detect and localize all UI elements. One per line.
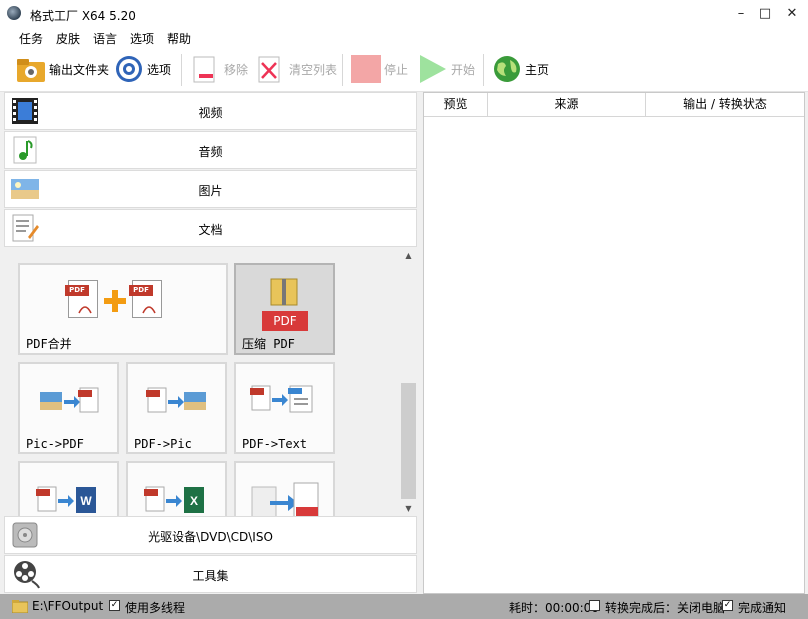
close-button[interactable]: ✕ <box>775 0 808 28</box>
output-folder-button[interactable]: 输出文件夹 <box>16 52 109 86</box>
play-icon <box>418 54 448 84</box>
column-source[interactable]: 来源 <box>488 93 646 117</box>
pic-to-pdf-icon <box>40 387 99 413</box>
pdf-to-pic-icon <box>146 387 206 413</box>
app-logo-icon <box>7 6 21 20</box>
tile-label: PDF合并 <box>26 337 72 351</box>
stop-button[interactable]: 停止 <box>351 52 408 86</box>
category-panel: 视频 音频 图片 文档 PDF PDF PDF合并 PDF 压缩 PDF Pic… <box>4 92 417 594</box>
remove-button[interactable]: 移除 <box>191 52 248 86</box>
shutdown-checkbox[interactable] <box>589 600 600 611</box>
toolbar-separator <box>342 54 343 86</box>
tile-label: PDF->Pic <box>134 437 192 451</box>
tiles-scrollbar[interactable]: ▲ ▼ <box>400 247 417 517</box>
toolbar: 输出文件夹 选项 移除 清空列表 停止 开始 主页 <box>0 48 808 92</box>
title-bar: 格式工厂 X64 5.20 – □ ✕ <box>0 0 808 28</box>
category-tools[interactable]: 工具集 <box>4 555 417 593</box>
toolbar-separator <box>483 54 484 86</box>
pdf-to-excel-icon: X <box>144 486 204 513</box>
options-button[interactable]: 选项 <box>114 52 171 86</box>
menu-task[interactable]: 任务 <box>19 30 43 47</box>
elapsed-time: 耗时：00:00:00 <box>509 601 599 615</box>
multithread-label: 使用多线程 <box>125 601 186 615</box>
menu-options[interactable]: 选项 <box>130 30 154 47</box>
scroll-down-arrow-icon[interactable]: ▼ <box>400 500 417 517</box>
gear-icon <box>114 54 144 84</box>
start-button[interactable]: 开始 <box>418 52 475 86</box>
home-button[interactable]: 主页 <box>492 52 549 86</box>
task-list-panel[interactable]: 预览 来源 输出 / 转换状态 <box>423 92 805 594</box>
category-image[interactable]: 图片 <box>4 170 417 208</box>
clear-list-button[interactable]: 清空列表 <box>256 52 337 86</box>
column-preview[interactable]: 预览 <box>424 93 488 117</box>
category-document[interactable]: 文档 <box>4 209 417 247</box>
menu-help[interactable]: 帮助 <box>167 30 191 47</box>
folder-icon[interactable] <box>12 599 28 613</box>
output-path[interactable]: E:\FFOutput <box>32 599 103 613</box>
category-audio[interactable]: 音频 <box>4 131 417 169</box>
menu-skin[interactable]: 皮肤 <box>56 30 80 47</box>
pdf-merge-icon: PDF PDF <box>65 280 178 326</box>
globe-icon <box>492 54 522 84</box>
tile-compress-pdf[interactable]: PDF 压缩 PDF <box>234 263 335 355</box>
after-done-label: 转换完成后：关闭电脑 <box>605 601 726 615</box>
scroll-up-arrow-icon[interactable]: ▲ <box>400 247 417 264</box>
folder-icon <box>16 54 46 84</box>
svg-text:W: W <box>80 494 92 508</box>
toolbar-separator <box>181 54 182 86</box>
pdf-to-word-icon: W <box>36 486 96 513</box>
stop-icon <box>351 54 381 84</box>
scroll-thumb[interactable] <box>401 383 416 499</box>
tile-word-to-pdf[interactable] <box>234 461 335 517</box>
notify-checkbox[interactable]: ✓ <box>722 600 733 611</box>
tile-label: PDF->Text <box>242 437 308 451</box>
menu-bar: 任务 皮肤 语言 选项 帮助 <box>0 28 808 48</box>
window-title: 格式工厂 X64 5.20 <box>30 9 136 23</box>
category-video[interactable]: 视频 <box>4 92 417 130</box>
compress-pdf-icon: PDF <box>262 275 310 333</box>
tile-label: 压缩 PDF <box>242 337 295 351</box>
tile-pdf-to-excel[interactable]: X <box>126 461 227 517</box>
multithread-checkbox[interactable]: ✓ <box>109 600 120 611</box>
word-to-pdf-icon <box>251 482 319 517</box>
category-rom-device[interactable]: 光驱设备\DVD\CD\ISO <box>4 516 417 554</box>
document-tools-grid: PDF PDF PDF合并 PDF 压缩 PDF Pic->PDF PDF->P… <box>4 247 400 517</box>
remove-icon <box>191 54 221 84</box>
menu-language[interactable]: 语言 <box>93 30 117 47</box>
column-output-status[interactable]: 输出 / 转换状态 <box>646 93 804 117</box>
tile-label: Pic->PDF <box>26 437 84 451</box>
svg-text:X: X <box>190 494 198 508</box>
status-bar: E:\FFOutput ✓ 使用多线程 耗时：00:00:00 转换完成后：关闭… <box>0 594 808 619</box>
clear-icon <box>256 54 286 84</box>
tile-pdf-to-word[interactable]: W <box>18 461 119 517</box>
tile-pic-to-pdf[interactable]: Pic->PDF <box>18 362 119 454</box>
tile-pdf-to-pic[interactable]: PDF->Pic <box>126 362 227 454</box>
tile-pdf-to-text[interactable]: PDF->Text <box>234 362 335 454</box>
pdf-to-text-icon <box>250 385 313 413</box>
tile-pdf-merge[interactable]: PDF PDF PDF合并 <box>18 263 228 355</box>
notify-label: 完成通知 <box>738 601 787 615</box>
